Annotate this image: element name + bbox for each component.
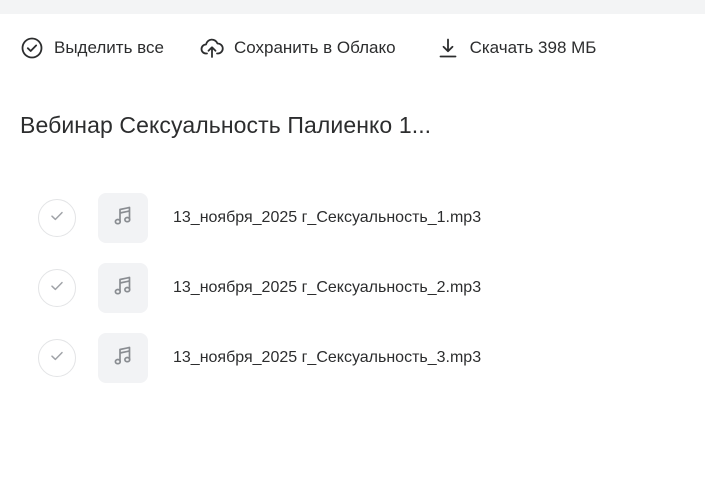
checkmark-icon: [50, 279, 64, 297]
top-strip: [0, 0, 705, 14]
file-checkbox[interactable]: [38, 339, 76, 377]
file-row[interactable]: 13_ноября_2025 г_Сексуальность_3.mp3: [38, 333, 678, 383]
cloud-upload-icon: [200, 36, 224, 60]
file-thumbnail: [98, 333, 148, 383]
music-note-icon: [111, 204, 135, 233]
file-row[interactable]: 13_ноября_2025 г_Сексуальность_2.mp3: [38, 263, 678, 313]
file-name: 13_ноября_2025 г_Сексуальность_2.mp3: [173, 279, 482, 296]
save-to-cloud-button[interactable]: Сохранить в Облако: [200, 36, 396, 60]
select-all-button[interactable]: Выделить все: [20, 36, 164, 60]
select-all-label: Выделить все: [54, 38, 164, 57]
file-thumbnail: [98, 263, 148, 313]
file-name: 13_ноября_2025 г_Сексуальность_3.mp3: [173, 349, 482, 366]
download-icon: [436, 36, 460, 60]
download-button[interactable]: Скачать 398 МБ: [436, 36, 597, 60]
file-row[interactable]: 13_ноября_2025 г_Сексуальность_1.mp3: [38, 193, 678, 243]
check-circle-icon: [20, 36, 44, 60]
checkmark-icon: [50, 209, 64, 227]
toolbar: Выделить все Сохранить в Облако Скачать …: [20, 36, 596, 60]
file-checkbox[interactable]: [38, 269, 76, 307]
checkmark-icon: [50, 349, 64, 367]
folder-title: Вебинар Сексуальность Палиенко 1...: [20, 112, 432, 138]
music-note-icon: [111, 344, 135, 373]
download-label: Скачать 398 МБ: [469, 38, 597, 57]
music-note-icon: [111, 274, 135, 303]
file-list: 13_ноября_2025 г_Сексуальность_1.mp3 13_…: [38, 193, 678, 403]
file-thumbnail: [98, 193, 148, 243]
file-checkbox[interactable]: [38, 199, 76, 237]
save-to-cloud-label: Сохранить в Облако: [233, 38, 396, 57]
file-name: 13_ноября_2025 г_Сексуальность_1.mp3: [173, 209, 482, 226]
